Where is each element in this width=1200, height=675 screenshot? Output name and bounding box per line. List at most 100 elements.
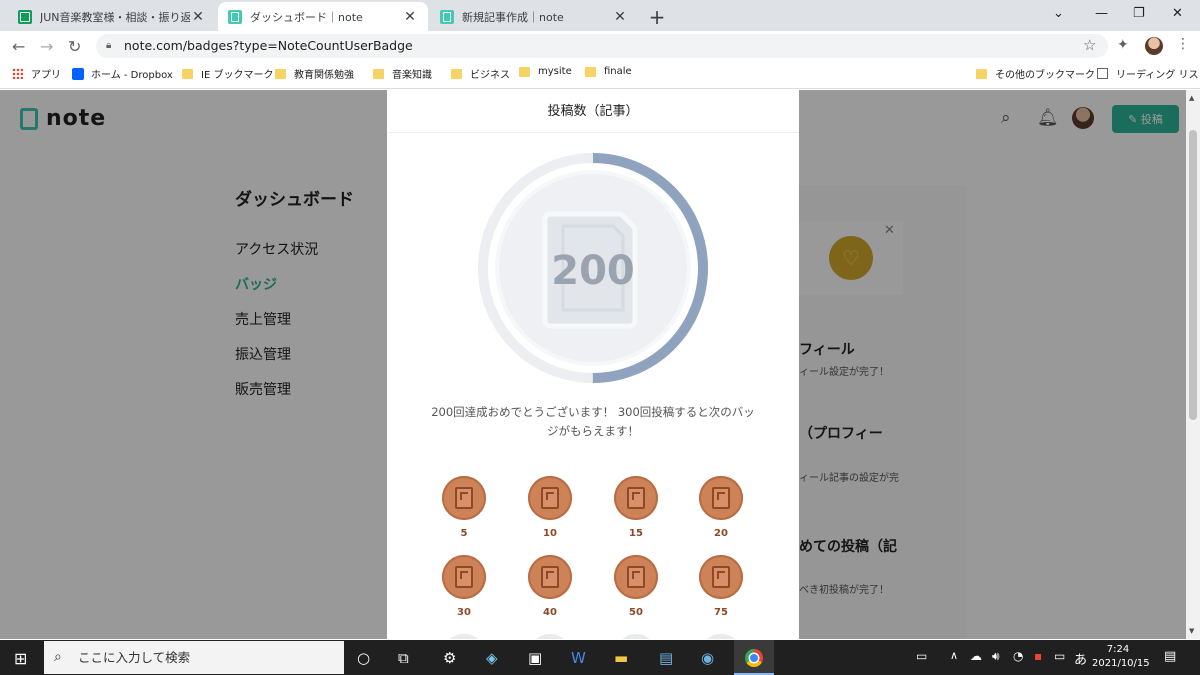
folder-icon [275, 68, 286, 79]
tab-sheets[interactable]: JUN音楽教室様・相談・振り返りシー ✕ [8, 2, 216, 31]
close-window-button[interactable]: ✕ [1172, 6, 1183, 21]
minimize-button[interactable]: — [1095, 6, 1108, 21]
tab-title: 新規記事作成｜note [462, 10, 564, 24]
clock[interactable]: 7:24 2021/10/15 [1092, 643, 1150, 671]
reading-list[interactable]: リーディング リスト [1097, 66, 1200, 81]
reload-icon[interactable]: ↻ [68, 37, 81, 56]
note-icon [627, 566, 645, 588]
page-content: note ⌕ 🔔︎ ✎ 投稿 ダッシュボード アクセス状況 バッジ 売上管理 振… [0, 90, 1186, 639]
badge-locked[interactable] [614, 634, 658, 639]
badge-locked[interactable] [528, 634, 572, 639]
badge-label: 75 [714, 607, 728, 618]
app-icon[interactable]: ⚙ [443, 649, 456, 667]
badge-label: 10 [543, 528, 557, 539]
windows-start-icon[interactable]: ⊞ [14, 649, 27, 668]
note-icon [228, 9, 242, 24]
note-icon [455, 566, 473, 588]
profile-avatar[interactable] [1145, 37, 1163, 55]
badge-75[interactable] [699, 555, 743, 599]
badge-label: 15 [629, 528, 643, 539]
tab-dashboard[interactable]: ダッシュボード｜note ✕ [218, 2, 428, 31]
badge-20[interactable] [699, 476, 743, 520]
scrollbar-thumb[interactable] [1189, 130, 1197, 420]
page-scrollbar[interactable]: ▲ ▼ [1186, 90, 1200, 639]
folder-icon [182, 68, 193, 79]
divider [387, 132, 799, 133]
explorer-icon[interactable]: ▬ [614, 649, 628, 667]
address-bar[interactable]: 🔒︎ note.com/badges?type=NoteCountUserBad… [96, 34, 1108, 58]
lock-icon: 🔒︎ [106, 40, 112, 51]
badge-label: 5 [460, 528, 468, 539]
tab-search-icon[interactable]: ⌄ [1053, 6, 1064, 21]
close-icon[interactable]: ✕ [612, 9, 628, 25]
notification-icon[interactable]: ▤ [1164, 649, 1176, 664]
bookmark-folder[interactable]: 教育関係勉強 [275, 66, 354, 81]
badge-label: 50 [629, 607, 643, 618]
bookmark-apps[interactable]: アプリ [12, 66, 61, 81]
app-tray-icon[interactable]: ▪ [1034, 649, 1042, 663]
restore-button[interactable]: ❐ [1133, 6, 1145, 21]
tab-new-article[interactable]: 新規記事作成｜note ✕ [430, 2, 638, 31]
badge-modal: 投稿数（記事） 200 200回達成おめでとうございます！ 300回投稿すると次… [387, 90, 799, 639]
volume-icon[interactable]: 🔊︎ [992, 649, 1000, 664]
badge-5[interactable] [442, 476, 486, 520]
menu-icon[interactable]: ⋮ [1176, 36, 1190, 52]
bookmark-folder[interactable]: IE ブックマーク [182, 66, 273, 81]
close-icon[interactable]: ✕ [402, 9, 418, 25]
note-icon [541, 487, 559, 509]
store-icon[interactable]: ▣ [528, 649, 542, 667]
bookmark-folder[interactable]: mysite [519, 66, 572, 77]
bookmark-dropbox[interactable]: ホーム - Dropbox [72, 66, 173, 81]
close-icon[interactable]: ✕ [190, 9, 206, 25]
search-icon: ⌕ [54, 649, 62, 665]
wifi-icon[interactable]: ◔ [1013, 649, 1023, 663]
folder-icon [373, 68, 384, 79]
current-badge-count: 200 [551, 248, 635, 294]
taskbar-search[interactable]: ⌕ ここに入力して検索 [44, 641, 344, 674]
badge-locked[interactable] [699, 634, 743, 639]
ime-indicator[interactable]: あ [1074, 649, 1087, 668]
badge-15[interactable] [614, 476, 658, 520]
tab-title: JUN音楽教室様・相談・振り返りシー [40, 10, 190, 24]
note-icon [712, 487, 730, 509]
badge-30[interactable] [442, 555, 486, 599]
chrome-icon [745, 649, 763, 667]
note-icon [440, 9, 454, 24]
bookmark-folder[interactable]: 音楽知識 [373, 66, 432, 81]
back-icon[interactable]: ← [12, 37, 25, 56]
folder-icon [451, 68, 462, 79]
folder-icon [519, 66, 530, 77]
cloud-icon[interactable]: ☁ [970, 649, 982, 663]
forward-icon[interactable]: → [40, 37, 53, 56]
sheets-icon [18, 9, 32, 24]
bookmark-folder[interactable]: ビジネス [451, 66, 510, 81]
badge-label: 40 [543, 607, 557, 618]
scroll-up-icon[interactable]: ▲ [1189, 94, 1194, 102]
new-tab-button[interactable]: + [647, 5, 667, 29]
badge-40[interactable] [528, 555, 572, 599]
badge-50[interactable] [614, 555, 658, 599]
note-icon [627, 487, 645, 509]
battery-icon[interactable]: ▭ [1054, 649, 1065, 663]
action-icon[interactable]: ▭ [916, 649, 927, 663]
bookmark-folder[interactable]: finale [585, 66, 632, 77]
modal-title: 投稿数（記事） [547, 104, 639, 119]
scroll-down-icon[interactable]: ▼ [1189, 627, 1194, 635]
extensions-icon[interactable]: ✦ [1117, 37, 1129, 53]
badge-locked[interactable] [442, 634, 486, 639]
apps-icon [12, 68, 23, 79]
bookmark-star-icon[interactable]: ☆ [1083, 36, 1096, 54]
cortana-icon[interactable]: ○ [357, 649, 370, 667]
task-view-icon[interactable]: ⧉ [398, 649, 409, 667]
app-icon[interactable]: ▤ [659, 649, 673, 667]
app-icon[interactable]: ◈ [486, 649, 498, 667]
chevron-up-icon[interactable]: ∧ [950, 649, 958, 662]
word-icon[interactable]: W [571, 649, 586, 667]
note-icon [712, 566, 730, 588]
bookmark-other[interactable]: その他のブックマーク [976, 66, 1095, 81]
app-icon[interactable]: ◉ [701, 649, 714, 667]
note-icon [455, 487, 473, 509]
badge-10[interactable] [528, 476, 572, 520]
url-text: note.com/badges?type=NoteCountUserBadge [124, 38, 413, 53]
note-icon [541, 566, 559, 588]
